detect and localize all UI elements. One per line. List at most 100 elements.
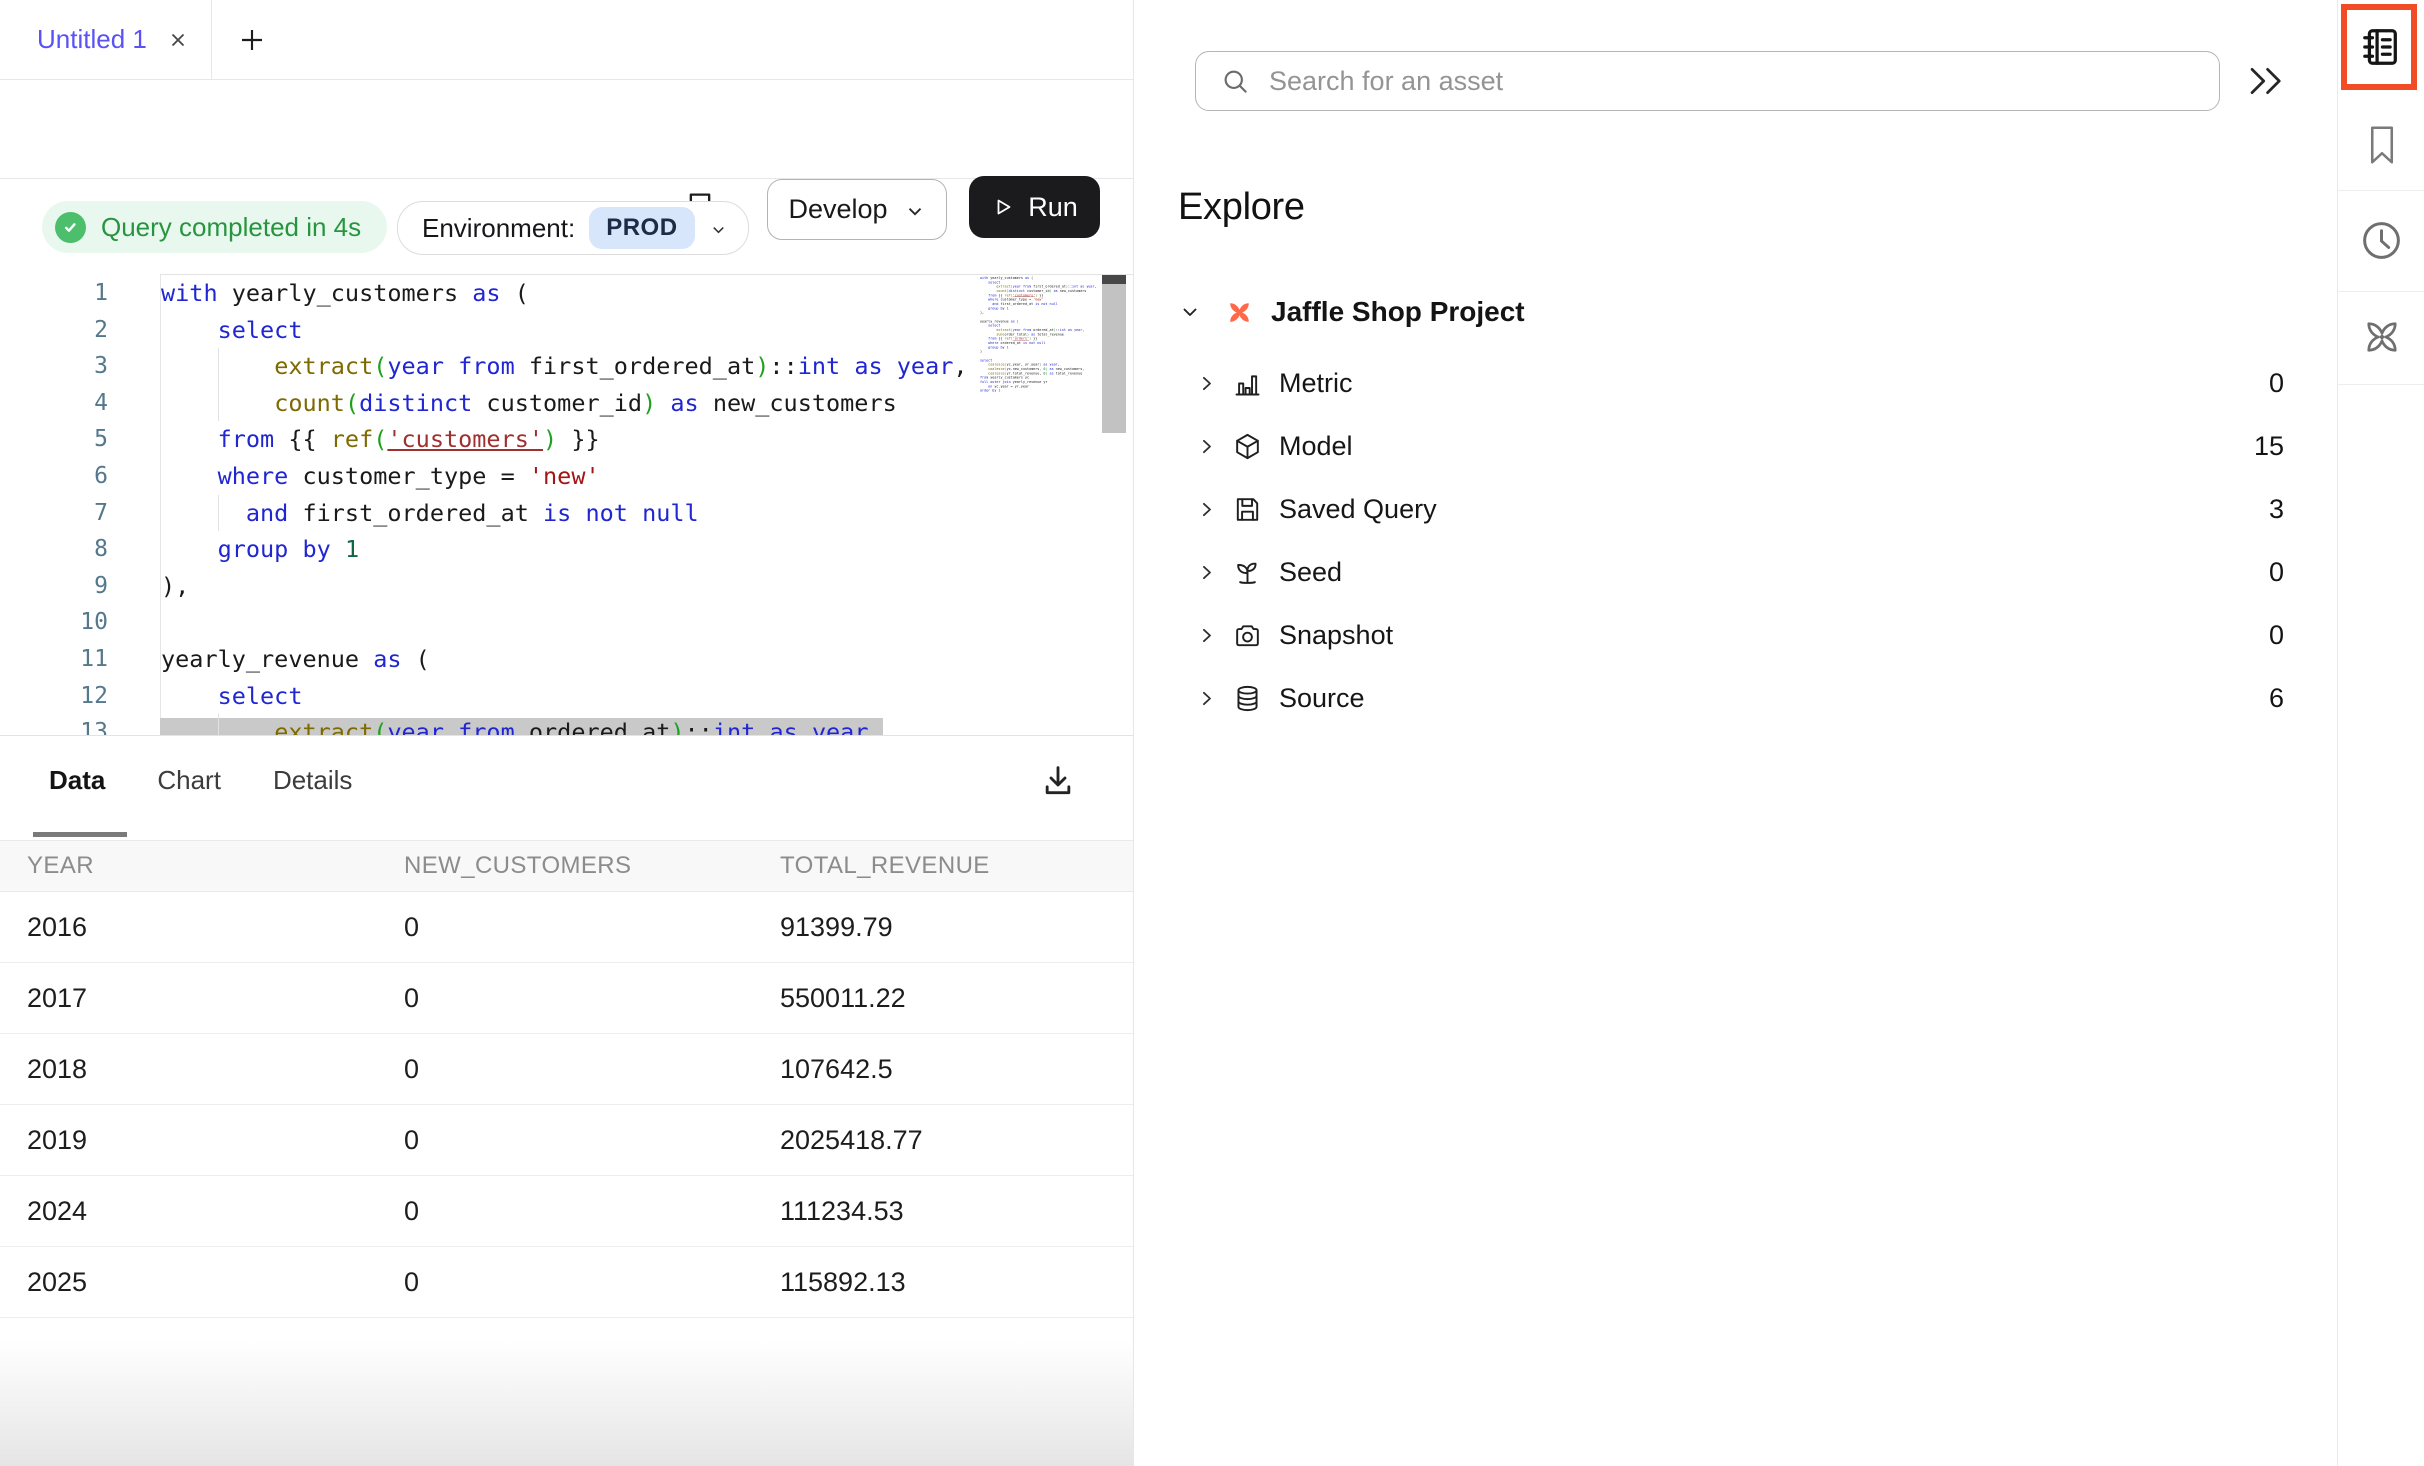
- rail-divider: [2338, 384, 2424, 385]
- search-input[interactable]: [1267, 65, 2199, 98]
- table-cell: 2025418.77: [753, 1125, 1133, 1156]
- snapshot-icon: [1232, 620, 1263, 651]
- column-header: TOTAL_REVENUE: [753, 852, 1133, 880]
- chevron-right-icon[interactable]: [1196, 562, 1217, 583]
- rail-history-button[interactable]: [2338, 217, 2424, 263]
- collapse-panel-icon[interactable]: [2243, 64, 2287, 98]
- code-line: select: [161, 312, 1133, 349]
- editor-pane: Untitled 1 Develop Run: [0, 0, 1134, 1466]
- tree-item-label: Source: [1279, 683, 1365, 714]
- tree-item-snapshot[interactable]: Snapshot 0: [1134, 604, 2284, 667]
- rail-divider: [2338, 291, 2424, 292]
- table-cell: 0: [377, 1196, 753, 1227]
- tree-item-label: Snapshot: [1279, 620, 1393, 651]
- results-tab-data[interactable]: Data: [49, 765, 105, 796]
- tree-item-metric[interactable]: Metric0: [1134, 352, 2284, 415]
- source-icon: [1232, 683, 1263, 714]
- chevron-right-icon[interactable]: [1196, 436, 1217, 457]
- develop-dropdown-button[interactable]: Develop: [767, 179, 947, 240]
- code-line: where customer_type = 'new': [161, 458, 1133, 495]
- tree-item-count: 15: [2254, 431, 2284, 462]
- chevron-right-icon[interactable]: [1196, 688, 1217, 709]
- table-header-row: YEARNEW_CUSTOMERSTOTAL_REVENUE: [0, 840, 1133, 892]
- code-line: extract(year from ordered_at)::int as ye…: [161, 714, 1133, 736]
- rail-dbt-explore-button[interactable]: [2338, 315, 2424, 359]
- tree-item-source[interactable]: Source 6: [1134, 667, 2284, 730]
- code-line: [161, 604, 1133, 641]
- code-line: count(distinct customer_id) as new_custo…: [161, 385, 1133, 422]
- table-cell: 550011.22: [753, 983, 1133, 1014]
- rail-bookmark-button[interactable]: [2338, 115, 2424, 175]
- table-cell: 0: [377, 1267, 753, 1298]
- run-button[interactable]: Run: [969, 176, 1100, 238]
- chevron-right-icon[interactable]: [1196, 499, 1217, 520]
- sql-code-editor[interactable]: 12345678910111213 with yearly_customers …: [0, 274, 1133, 736]
- file-tab-label: Untitled 1: [37, 24, 147, 55]
- code-area[interactable]: with yearly_customers as ( select extrac…: [160, 275, 1133, 735]
- table-row: 2016091399.79: [0, 892, 1133, 963]
- tree-item-jaffle-shop-project[interactable]: Jaffle Shop Project: [1178, 288, 2284, 336]
- line-number-gutter: 12345678910111213: [0, 275, 160, 736]
- rail-notebook-button-active[interactable]: [2341, 4, 2417, 90]
- results-tab-chart[interactable]: Chart: [157, 765, 221, 796]
- tree-item-seed[interactable]: Seed0: [1134, 541, 2284, 604]
- table-cell: 2017: [0, 983, 377, 1014]
- table-cell: 2018: [0, 1054, 377, 1085]
- editor-toolbar: Develop Run: [0, 79, 1133, 179]
- metric-icon: [1232, 368, 1263, 399]
- model-icon: [1232, 431, 1263, 462]
- table-cell: 0: [377, 1054, 753, 1085]
- check-circle-icon: [55, 212, 86, 243]
- explore-heading: Explore: [1178, 186, 1305, 229]
- chevron-right-icon[interactable]: [1196, 625, 1217, 646]
- chevron-down-icon[interactable]: [1178, 300, 1202, 324]
- table-cell: 0: [377, 912, 753, 943]
- tree-item-model[interactable]: Model 15: [1134, 415, 2284, 478]
- new-tab-plus-icon[interactable]: [236, 24, 268, 56]
- develop-button-label: Develop: [788, 194, 887, 225]
- tree-item-count: 3: [2269, 494, 2284, 525]
- table-cell: 107642.5: [753, 1054, 1133, 1085]
- results-table: YEARNEW_CUSTOMERSTOTAL_REVENUE 201609139…: [0, 840, 1133, 1318]
- query-status-text: Query completed in 4s: [101, 212, 361, 243]
- table-row: 20170550011.22: [0, 963, 1133, 1034]
- download-icon[interactable]: [1038, 761, 1078, 801]
- explore-tree: Metric0 Model 15 Saved Query3Seed0 Snapshot 0…: [1134, 352, 2284, 730]
- table-row: 201902025418.77: [0, 1105, 1133, 1176]
- tree-item-count: 0: [2269, 620, 2284, 651]
- table-row: 20240111234.53: [0, 1176, 1133, 1247]
- code-line: group by 1: [161, 531, 1133, 568]
- column-header: YEAR: [0, 852, 377, 880]
- table-cell: 111234.53: [753, 1196, 1133, 1227]
- table-cell: 2016: [0, 912, 377, 943]
- scrollbar-annotation: [1102, 275, 1126, 284]
- chevron-right-icon[interactable]: [1196, 373, 1217, 394]
- tab-close-icon[interactable]: [167, 29, 189, 51]
- table-cell: 2025: [0, 1267, 377, 1298]
- results-tab-details[interactable]: Details: [273, 765, 352, 796]
- file-tab-bar: Untitled 1: [0, 0, 1133, 80]
- code-line: with yearly_customers as (: [161, 275, 1133, 312]
- file-tab-untitled-1[interactable]: Untitled 1: [0, 0, 212, 79]
- code-line: select: [161, 678, 1133, 715]
- dbt-logo-icon: [1224, 297, 1255, 328]
- code-line: from {{ ref('customers') }}: [161, 421, 1133, 458]
- environment-label: Environment:: [422, 213, 575, 244]
- asset-search-box[interactable]: [1195, 51, 2220, 111]
- tree-item-label: Metric: [1279, 368, 1353, 399]
- table-cell: 115892.13: [753, 1267, 1133, 1298]
- table-row: 20180107642.5: [0, 1034, 1133, 1105]
- editor-scrollbar[interactable]: [1102, 274, 1126, 733]
- search-icon: [1220, 66, 1250, 96]
- notebook-icon: [2356, 24, 2402, 70]
- scrollbar-thumb[interactable]: [1102, 284, 1126, 433]
- play-icon: [991, 195, 1015, 219]
- code-line: yearly_revenue as (: [161, 641, 1133, 678]
- table-cell: 0: [377, 1125, 753, 1156]
- tree-item-count: 6: [2269, 683, 2284, 714]
- tree-item-label: Model: [1279, 431, 1353, 462]
- environment-selector[interactable]: Environment: PROD: [397, 201, 749, 255]
- tree-item-saved-query[interactable]: Saved Query3: [1134, 478, 2284, 541]
- code-line: ),: [161, 568, 1133, 605]
- bottom-scroll-shade: [0, 1340, 1133, 1466]
